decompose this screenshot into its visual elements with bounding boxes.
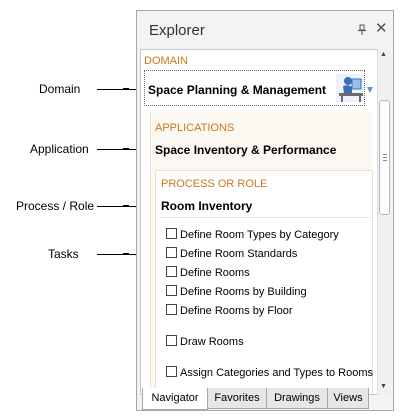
process-section: PROCESS OR ROLE Room Inventory Define Ro… xyxy=(155,170,373,394)
task-label: Assign Categories and Types to Rooms xyxy=(180,367,374,379)
tab-views[interactable]: Views xyxy=(327,388,369,409)
panel-header: Explorer ✕ xyxy=(137,11,393,49)
scroll-grip xyxy=(383,160,387,161)
close-icon[interactable]: ✕ xyxy=(375,21,388,36)
vertical-scrollbar[interactable]: ▲ ▼ xyxy=(377,49,391,395)
task-checkbox[interactable] xyxy=(166,366,177,377)
panel-title: Explorer xyxy=(149,22,205,39)
callout-application-tick xyxy=(123,148,129,150)
domain-selector[interactable]: Space Planning & Management xyxy=(144,70,365,106)
tab-favorites[interactable]: Favorites xyxy=(207,388,267,409)
task-item[interactable]: Define Rooms xyxy=(166,266,250,280)
task-item[interactable]: Define Room Types by Category xyxy=(166,228,339,242)
task-label: Define Rooms by Building xyxy=(180,286,307,298)
scroll-up-icon[interactable]: ▲ xyxy=(380,51,387,58)
callout-domain: Domain xyxy=(39,82,81,96)
task-item[interactable]: Assign Categories and Types to Rooms xyxy=(166,366,373,380)
divider xyxy=(161,217,371,218)
application-name[interactable]: Space Inventory & Performance xyxy=(155,143,336,157)
task-label: Draw Rooms xyxy=(180,336,244,348)
domain-name: Space Planning & Management xyxy=(148,83,327,97)
scroll-grip xyxy=(383,157,387,158)
task-label: Define Rooms by Floor xyxy=(180,305,293,317)
tab-drawings[interactable]: Drawings xyxy=(266,388,328,409)
process-section-label: PROCESS OR ROLE xyxy=(161,178,268,190)
callout-tasks-line xyxy=(97,254,140,255)
task-checkbox[interactable] xyxy=(166,304,177,315)
domain-section-label: DOMAIN xyxy=(144,55,188,67)
task-checkbox[interactable] xyxy=(166,285,177,296)
pin-icon[interactable] xyxy=(356,24,368,36)
process-name[interactable]: Room Inventory xyxy=(161,199,252,213)
task-label: Define Rooms xyxy=(180,267,250,279)
callout-process-role: Process / Role xyxy=(16,199,95,213)
task-label: Define Room Standards xyxy=(180,248,298,260)
scroll-thumb[interactable] xyxy=(379,100,390,215)
task-checkbox[interactable] xyxy=(166,335,177,346)
callout-tasks: Tasks xyxy=(48,247,79,261)
task-item[interactable]: Draw Rooms xyxy=(166,335,244,349)
task-item[interactable]: Define Room Standards xyxy=(166,247,297,261)
callout-application-line xyxy=(97,149,140,150)
task-checkbox[interactable] xyxy=(166,247,177,258)
task-checkbox[interactable] xyxy=(166,228,177,239)
callout-application: Application xyxy=(30,142,89,156)
person-at-desk-icon xyxy=(336,74,364,102)
callout-process-role-line xyxy=(97,206,140,207)
task-label: Define Room Types by Category xyxy=(180,229,339,241)
task-item[interactable]: Define Rooms by Floor xyxy=(166,304,293,318)
callout-tasks-tick xyxy=(123,253,129,255)
tab-bar: Navigator Favorites Drawings Views xyxy=(137,388,393,410)
callout-domain-line xyxy=(97,89,140,90)
navigator-content: DOMAIN Space Planning & Management APPLI… xyxy=(140,49,378,395)
explorer-panel: Explorer ✕ DOMAIN Space Planning & Manag… xyxy=(136,10,394,411)
tab-navigator[interactable]: Navigator xyxy=(142,388,208,410)
chevron-down-icon[interactable] xyxy=(367,87,373,93)
callout-process-role-tick xyxy=(123,205,129,207)
callout-domain-tick xyxy=(123,88,129,90)
scroll-grip xyxy=(383,154,387,155)
task-checkbox[interactable] xyxy=(166,266,177,277)
application-section: APPLICATIONS Space Inventory & Performan… xyxy=(150,112,373,394)
task-item[interactable]: Define Rooms by Building xyxy=(166,285,307,299)
application-section-label: APPLICATIONS xyxy=(155,122,235,134)
